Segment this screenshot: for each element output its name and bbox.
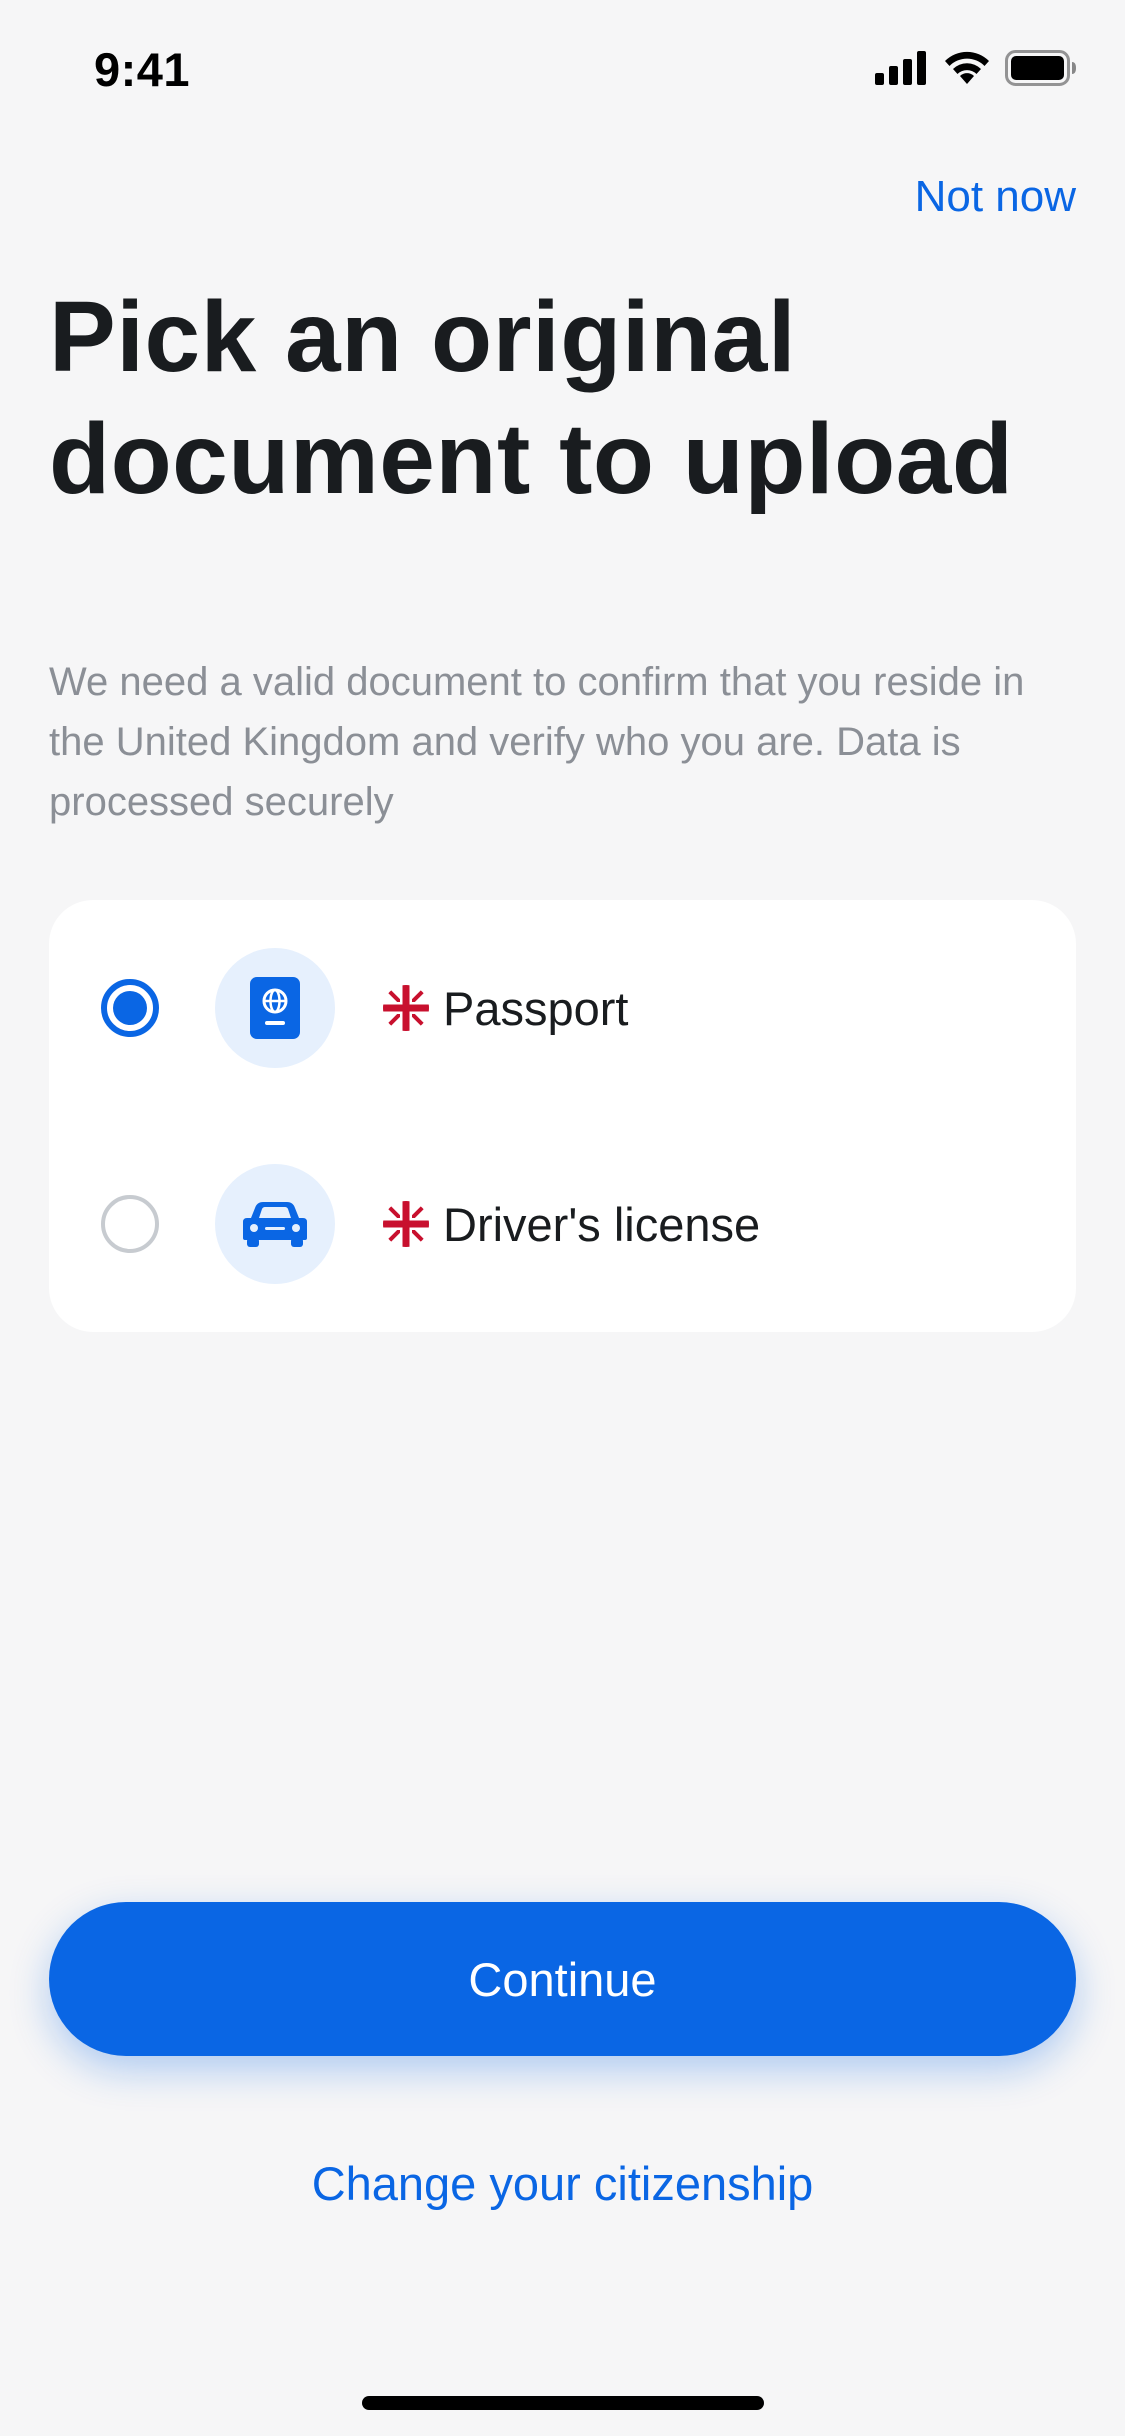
- change-citizenship-link[interactable]: Change your citizenship: [0, 2156, 1125, 2211]
- status-icons: [875, 50, 1077, 91]
- status-bar: 9:41: [0, 0, 1125, 132]
- passport-icon: [215, 948, 335, 1068]
- wifi-icon: [943, 50, 991, 91]
- status-time: 9:41: [94, 43, 191, 96]
- uk-flag-icon: [383, 1201, 429, 1247]
- home-indicator: [362, 2396, 764, 2410]
- battery-icon: [1005, 50, 1077, 91]
- continue-button[interactable]: Continue: [49, 1902, 1076, 2056]
- radio-unselected-icon[interactable]: [101, 1195, 159, 1253]
- page-title: Pick an original document to upload: [49, 281, 1014, 515]
- page-subtitle: We need a valid document to confirm that…: [49, 660, 1025, 824]
- uk-flag-icon: [383, 985, 429, 1031]
- not-now-button[interactable]: Not now: [915, 172, 1076, 222]
- car-icon: [215, 1164, 335, 1284]
- option-label-passport: Passport: [443, 981, 629, 1035]
- option-drivers-license[interactable]: Driver's license: [49, 1116, 1076, 1332]
- option-passport[interactable]: Passport: [49, 900, 1076, 1116]
- cellular-signal-icon: [875, 51, 929, 90]
- document-options-card: Passport Driver's license: [49, 900, 1076, 1332]
- radio-selected-icon[interactable]: [101, 979, 159, 1037]
- option-label-drivers-license: Driver's license: [443, 1197, 761, 1251]
